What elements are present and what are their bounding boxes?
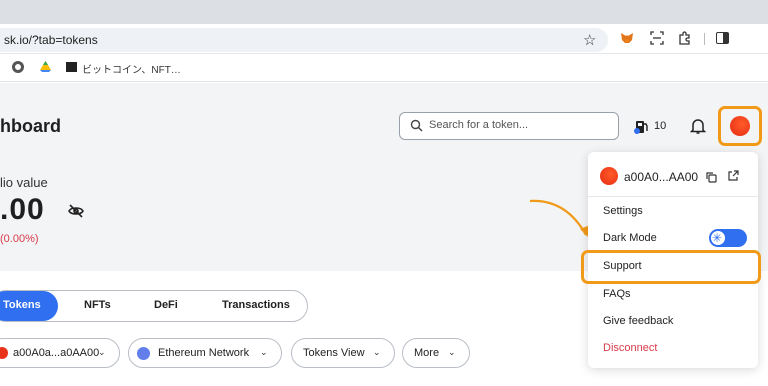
browser-tab-strip [0, 0, 768, 24]
address-bar-url[interactable]: sk.io/?tab=tokens [4, 33, 98, 47]
notifications-bell-icon[interactable] [689, 117, 707, 135]
bookmark-bitcoin-nft[interactable]: ビットコイン、NFT… [82, 61, 181, 76]
menu-item-give-feedback[interactable]: Give feedback [603, 315, 673, 327]
gas-icon[interactable] [633, 119, 651, 135]
menu-item-faqs[interactable]: FAQs [603, 288, 631, 300]
search-placeholder: Search for a token... [429, 119, 529, 131]
account-filter-label: a00A0a...a0AA00 [13, 347, 100, 359]
sun-icon: ✳ [712, 231, 723, 245]
menu-item-settings[interactable]: Settings [603, 205, 643, 217]
hide-balance-icon[interactable] [67, 204, 85, 218]
chevron-down-icon: ⌄ [448, 347, 456, 357]
menu-item-dark-mode[interactable]: Dark Mode [603, 232, 657, 244]
open-explorer-icon[interactable] [727, 169, 739, 181]
page-title: hboard [0, 116, 61, 136]
account-avatar-button[interactable] [730, 116, 750, 136]
copy-address-icon[interactable] [705, 170, 717, 183]
portfolio-value: .00 [0, 193, 45, 226]
menu-divider [588, 196, 758, 197]
bookmark-star-icon[interactable]: ☆ [583, 31, 596, 49]
extensions-puzzle-icon[interactable] [678, 31, 692, 45]
scan-extension-icon[interactable] [650, 31, 664, 45]
chevron-down-icon: ⌄ [98, 347, 106, 357]
side-panel-icon[interactable] [716, 32, 729, 44]
tab-nfts[interactable]: NFTs [84, 299, 111, 311]
tab-transactions[interactable]: Transactions [222, 299, 290, 311]
tab-tokens-label[interactable]: Tokens [3, 299, 41, 311]
globe-bookmark-icon[interactable] [12, 61, 24, 73]
portfolio-change: (0.00%) [0, 233, 39, 245]
callout-arrow [526, 195, 596, 245]
gas-count: 10 [654, 120, 667, 132]
search-icon [410, 119, 423, 132]
drive-bookmark-icon[interactable] [39, 60, 52, 73]
account-address: a00A0...AA00 [624, 170, 699, 184]
bookmark-favicon [66, 62, 77, 72]
menu-item-disconnect[interactable]: Disconnect [603, 342, 657, 354]
support-highlight [581, 250, 761, 284]
portfolio-value-label: lio value [0, 175, 48, 190]
toolbar-divider [704, 33, 705, 45]
network-filter-label: Ethereum Network [158, 347, 250, 359]
tokens-view-label: Tokens View [303, 347, 365, 359]
more-filter-label: More [414, 347, 440, 359]
metamask-extension-icon[interactable] [620, 31, 634, 45]
chevron-down-icon: ⌄ [373, 347, 381, 357]
tab-defi[interactable]: DeFi [154, 299, 178, 311]
account-menu-avatar [600, 167, 618, 185]
chevron-down-icon: ⌄ [260, 347, 268, 357]
ethereum-icon [137, 347, 150, 360]
